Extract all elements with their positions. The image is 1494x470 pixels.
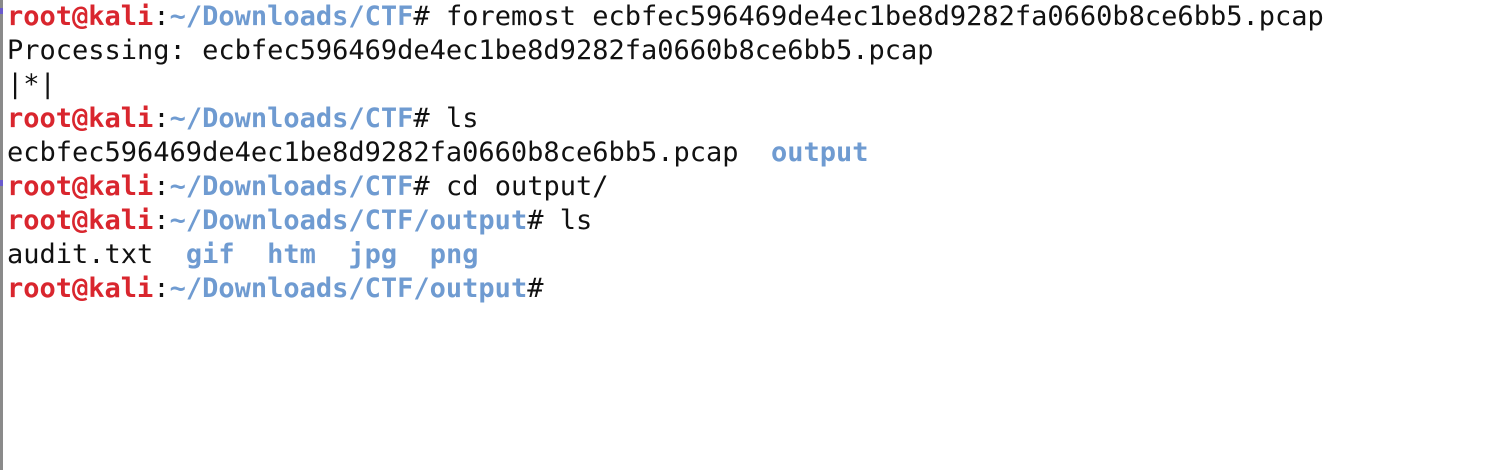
prompt-path: ~/Downloads/CTF/output	[169, 273, 528, 304]
listing-line: audit.txt gif htm jpg png	[7, 238, 1494, 272]
directory-entry: htm	[267, 239, 316, 270]
directory-entry: output	[771, 137, 869, 168]
command-text: ls	[543, 205, 593, 236]
directory-entry: jpg	[348, 239, 398, 270]
window-edge-mark	[0, 8, 3, 14]
window-edge-mark	[0, 180, 3, 186]
prompt-line: root@kali:~/Downloads/CTF# ls	[7, 102, 1494, 136]
prompt-separator: :	[153, 273, 170, 304]
output-text: Processing: ecbfec596469de4ec1be8d9282fa…	[7, 35, 934, 66]
output-line: |*|	[7, 68, 1494, 102]
prompt-separator: :	[153, 1, 170, 32]
listing-line: ecbfec596469de4ec1be8d9282fa0660b8ce6bb5…	[7, 136, 1494, 170]
directory-entry: png	[429, 239, 479, 270]
file-entry: ecbfec596469de4ec1be8d9282fa0660b8ce6bb5…	[7, 137, 739, 168]
command-text: ls	[429, 103, 479, 134]
prompt-line: root@kali:~/Downloads/CTF# foremost ecbf…	[7, 0, 1494, 34]
prompt-user: root@kali	[7, 1, 154, 32]
prompt-path: ~/Downloads/CTF	[169, 103, 414, 134]
prompt-symbol: #	[413, 171, 430, 202]
prompt-separator: :	[153, 103, 170, 134]
directory-entry: gif	[185, 239, 235, 270]
prompt-separator: :	[153, 205, 170, 236]
output-line: Processing: ecbfec596469de4ec1be8d9282fa…	[7, 34, 1494, 68]
command-text: cd output/	[429, 171, 609, 202]
file-entry: audit.txt	[7, 239, 154, 270]
prompt-path: ~/Downloads/CTF	[169, 1, 414, 32]
prompt-path: ~/Downloads/CTF/output	[169, 205, 528, 236]
output-text: |*|	[7, 69, 56, 100]
prompt-symbol: #	[527, 205, 544, 236]
prompt-symbol: #	[527, 273, 544, 304]
prompt-separator: :	[153, 171, 170, 202]
terminal-window[interactable]: root@kali:~/Downloads/CTF# foremost ecbf…	[0, 0, 1494, 470]
prompt-user: root@kali	[7, 103, 154, 134]
prompt-path: ~/Downloads/CTF	[169, 171, 414, 202]
prompt-user: root@kali	[7, 205, 154, 236]
prompt-line: root@kali:~/Downloads/CTF# cd output/	[7, 170, 1494, 204]
current-prompt-line[interactable]: root@kali:~/Downloads/CTF/output#	[7, 272, 1494, 306]
command-text: foremost ecbfec596469de4ec1be8d9282fa066…	[429, 1, 1324, 32]
prompt-symbol: #	[413, 103, 430, 134]
prompt-user: root@kali	[7, 273, 154, 304]
prompt-user: root@kali	[7, 171, 154, 202]
prompt-symbol: #	[413, 1, 430, 32]
prompt-line: root@kali:~/Downloads/CTF/output# ls	[7, 204, 1494, 238]
